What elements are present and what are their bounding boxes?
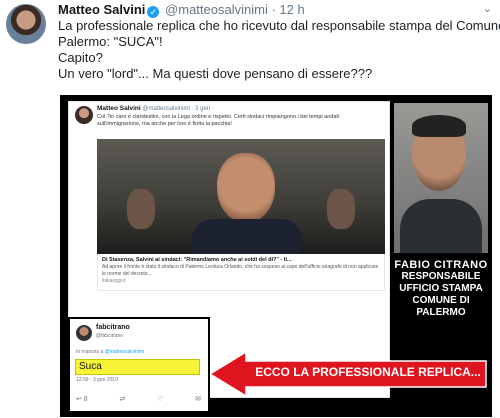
link-description: Ad aprire il fronte è stato il sindaco d… [102,264,379,277]
retweet-icon: ⇄ [119,396,126,403]
tweet-header: Matteo Salvini ✓ @matteosalvinimi · 12 h [58,2,305,18]
tweet-line: Palermo: "SUCA"! [58,34,163,49]
author-name[interactable]: Matteo Salvini [58,2,145,17]
embedded-header: Matteo Salvini @matteosalvinimi · 3 gen [97,105,210,112]
arrow-label: ECCO LA PROFESSIONALE REPLICA... [255,365,481,379]
reply-handle: @fabcitrano [96,333,124,339]
reply-to-handle: @matteosalvinimi [104,349,145,355]
link-title: Di Stasenza, Salvini ai sindaci: "Rimand… [102,257,292,263]
profile-avatar[interactable] [6,4,46,44]
photo-person-face [217,153,275,223]
caption-line: UFFICIO STAMPA [399,283,483,294]
tweet-time[interactable]: 12 h [279,2,304,17]
reply-text-highlight: Suca [75,359,200,375]
link-source: italiaoggi.it [102,278,126,284]
meta-separator: · [271,2,276,17]
author-handle[interactable]: @matteosalvinimi [165,2,268,17]
caption-name: FABIO CITRANO [394,259,488,271]
photo-person-body [192,219,302,254]
background-person [127,189,155,229]
like-icon: ♡ [157,396,164,403]
tweet-line: La professionale replica che ho ricevuto… [58,18,500,33]
reply-name: fabcitrano [96,324,130,331]
portrait-hair [412,115,466,137]
caption-line: RESPONSABILE [401,271,481,282]
reply-tweet-screenshot: fabcitrano @fabcitrano In risposta a @ma… [68,317,210,413]
chevron-down-icon[interactable]: ⌄ [483,2,492,15]
background-person [327,189,355,229]
caption-line: COMUNE DI PALERMO [412,295,470,318]
reply-time: 12:09 - 3 gen 2019 [76,377,118,383]
attached-image[interactable]: Matteo Salvini @matteosalvinimi · 3 gen … [60,95,492,417]
verified-badge-icon: ✓ [147,6,160,18]
message-icon: ✉ [195,396,201,403]
embedded-avatar [75,106,93,124]
portrait-caption: FABIO CITRANO RESPONSABILE UFFICIO STAMP… [394,255,488,330]
reply-actions: ↩ 8 ⇄ ♡ ✉ [76,395,201,403]
portrait-photo [394,103,488,253]
tweet-line: Capito? [58,50,103,65]
embedded-name: Matteo Salvini [97,105,141,112]
tweet-line: Un vero "lord"... Ma questi dove pensano… [58,66,373,81]
reply-avatar [76,325,92,341]
portrait-body [400,199,482,253]
embedded-handle: @matteosalvinimi · 3 gen [142,106,211,112]
tweet-text: La professionale replica che ho ricevuto… [58,18,500,82]
embedded-photo [97,139,385,254]
reply-icon: ↩ 8 [76,396,88,403]
reply-to-line: In risposta a @matteosalvinimi [76,349,144,355]
link-preview-card: Di Stasenza, Salvini ai sindaci: "Rimand… [97,254,385,291]
reply-prefix: In risposta a [76,349,104,355]
embedded-text: Col ?io caro e clandestini, con la Lega … [97,114,340,127]
